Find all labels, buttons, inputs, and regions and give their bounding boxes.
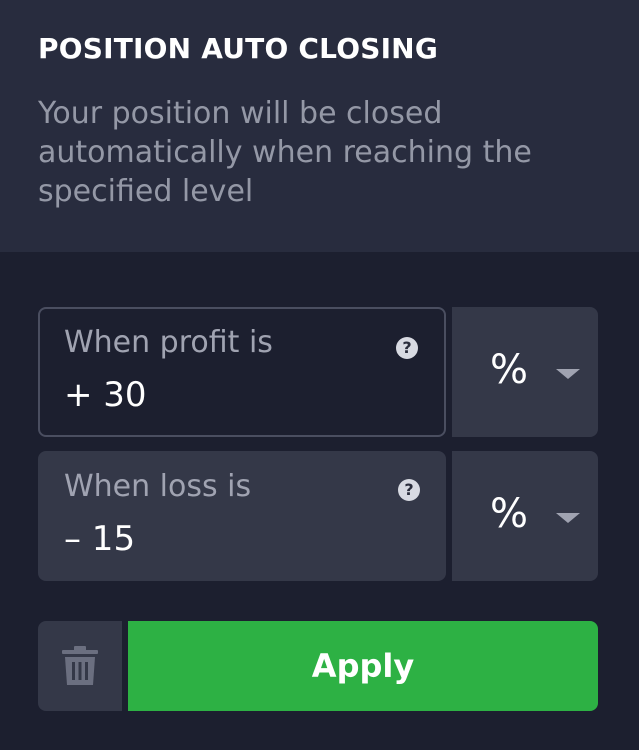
loss-label: When loss is — [64, 469, 252, 504]
caret-down-icon — [556, 513, 580, 523]
loss-field[interactable]: When loss is ? – 15 — [38, 451, 446, 581]
panel-header: POSITION AUTO CLOSING Your position will… — [0, 0, 639, 252]
loss-unit-select[interactable]: % — [452, 451, 598, 581]
loss-value: – 15 — [64, 519, 136, 559]
profit-label: When profit is — [64, 325, 273, 360]
profit-help-icon[interactable]: ? — [396, 337, 418, 359]
profit-unit-value: % — [490, 347, 529, 393]
panel-description: Your position will be closed automatical… — [38, 96, 532, 209]
trash-icon — [62, 646, 98, 685]
loss-help-icon[interactable]: ? — [398, 479, 420, 501]
panel-title: POSITION AUTO CLOSING — [38, 32, 439, 65]
profit-value: + 30 — [64, 375, 147, 415]
profit-unit-select[interactable]: % — [452, 307, 598, 437]
profit-field[interactable]: When profit is ? + 30 — [38, 307, 446, 437]
apply-button[interactable]: Apply — [128, 621, 598, 711]
auto-closing-panel: POSITION AUTO CLOSING Your position will… — [0, 0, 639, 750]
loss-unit-value: % — [490, 491, 529, 537]
caret-down-icon — [556, 369, 580, 379]
delete-button[interactable] — [38, 621, 122, 711]
